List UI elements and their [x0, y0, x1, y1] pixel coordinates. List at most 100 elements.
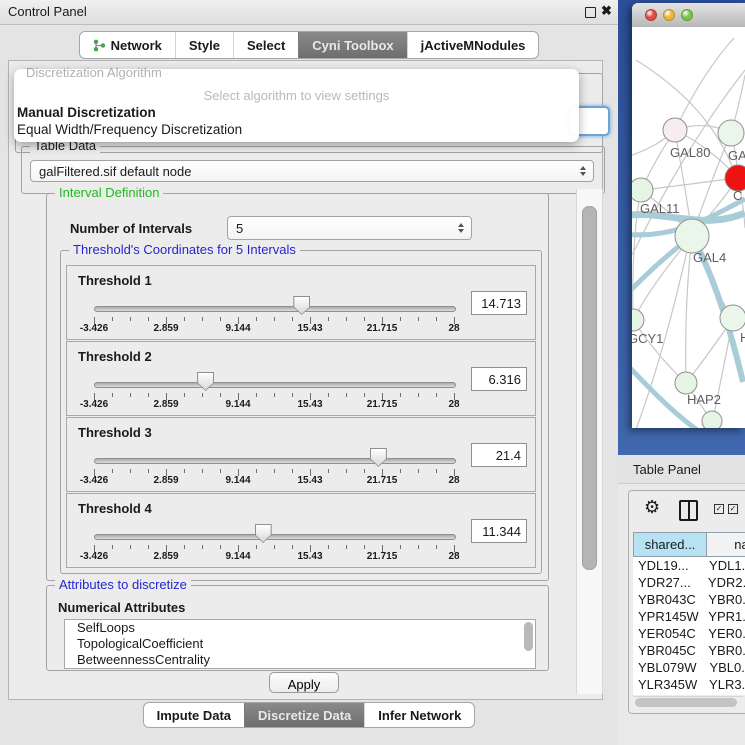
tick-label: -3.426	[80, 475, 108, 486]
node-label-gal80: GAL80	[670, 145, 710, 160]
table-row[interactable]: YBR045CYBR0...	[633, 642, 745, 659]
tick-label: 21.715	[367, 475, 398, 486]
threshold-slider-thumb[interactable]	[370, 448, 387, 467]
node-bottom[interactable]	[702, 411, 722, 428]
table-data-combo-value: galFiltered.sif default node	[39, 164, 191, 179]
table-row[interactable]: YBR043CYBR0...	[633, 591, 745, 608]
node-hap2[interactable]	[675, 372, 697, 394]
attributes-group: Attributes to discretize Numerical Attri…	[46, 585, 549, 671]
threshold-value-field[interactable]: 21.4	[471, 443, 527, 467]
zoom-button[interactable]	[681, 9, 693, 21]
threshold-slider-track[interactable]	[94, 306, 456, 312]
list-scrollbar-thumb[interactable]	[524, 622, 533, 651]
threshold-panel-2: Threshold 2-3.4262.8599.14415.4321.71528…	[66, 341, 536, 416]
tick-mark	[292, 317, 293, 321]
interval-definition-label: Interval Definition	[55, 185, 163, 200]
cell-name: YDR2...	[700, 574, 745, 591]
tab-jactivemnodules[interactable]: jActiveMNodules	[407, 32, 539, 58]
node-label-ga: GA	[728, 148, 745, 163]
tick-mark	[184, 545, 185, 549]
threshold-label: Threshold 1	[78, 273, 152, 288]
threshold-slider-track[interactable]	[94, 458, 456, 464]
column-header-shared[interactable]: shared...	[633, 532, 707, 557]
algorithm-option-equal-width-frequency-discretization[interactable]: Equal Width/Frequency Discretization	[17, 122, 242, 137]
cell-shared-name: YDL19...	[633, 557, 701, 574]
tick-mark	[328, 469, 329, 473]
spinner-icon	[458, 223, 464, 233]
thresholds-group-label: Threshold's Coordinates for 5 Intervals	[69, 242, 300, 257]
table-row[interactable]: YBL079WYBL0...	[633, 659, 745, 676]
table-data-combo[interactable]: galFiltered.sif default node	[30, 160, 594, 182]
table-row[interactable]: YER054CYER0...	[633, 625, 745, 642]
tab-cyni-toolbox[interactable]: Cyni Toolbox	[298, 32, 406, 58]
close-button[interactable]	[645, 9, 657, 21]
tab-infer-network[interactable]: Infer Network	[364, 703, 474, 727]
tab-select[interactable]: Select	[233, 32, 298, 58]
threshold-value-field[interactable]: 11.344	[471, 519, 527, 543]
numerical-attributes-list[interactable]: SelfLoopsTopologicalCoefficientBetweenne…	[64, 619, 536, 669]
table-row[interactable]: YPR145WYPR1...	[633, 608, 745, 625]
node-label-gal11: GAL11	[640, 201, 680, 216]
column-header-na[interactable]: na	[707, 532, 745, 557]
apply-button[interactable]: Apply	[269, 672, 339, 693]
node-right-mid[interactable]	[720, 305, 745, 331]
node-gal4[interactable]	[675, 219, 709, 253]
tick-label: 28	[448, 323, 459, 334]
cell-shared-name: YBR043C	[633, 591, 700, 608]
tick-mark	[130, 545, 131, 549]
attribute-item-selfloops[interactable]: SelfLoops	[65, 620, 535, 636]
algorithm-option-manual-discretization[interactable]: Manual Discretization	[17, 105, 156, 120]
table-row[interactable]: YIL052CYIL0...	[633, 693, 745, 695]
checkbox-icon[interactable]: ✓	[728, 504, 738, 514]
tick-label: 15.43	[297, 399, 322, 410]
node-gcy1[interactable]	[632, 309, 644, 331]
tick-label: 28	[448, 551, 459, 562]
tick-label: 15.43	[297, 323, 322, 334]
network-edge	[641, 178, 737, 190]
tick-mark	[202, 545, 203, 549]
node-gal80-neighbor[interactable]	[663, 118, 687, 142]
threshold-slider-track[interactable]	[94, 382, 456, 388]
tab-style[interactable]: Style	[175, 32, 233, 58]
table-hscrollbar-track[interactable]	[633, 696, 743, 708]
cell-name: YER0...	[700, 625, 745, 642]
tick-mark	[292, 393, 293, 397]
tick-mark	[436, 545, 437, 549]
tab-impute-data[interactable]: Impute Data	[144, 703, 244, 727]
attribute-item-topologicalcoefficient[interactable]: TopologicalCoefficient	[65, 636, 535, 652]
threshold-value-field[interactable]: 14.713	[471, 291, 527, 315]
table-row[interactable]: YDR27...YDR2...	[633, 574, 745, 591]
close-icon[interactable]: ✖	[601, 3, 612, 19]
threshold-slider-thumb[interactable]	[293, 296, 310, 315]
table-hscrollbar-thumb[interactable]	[635, 698, 737, 707]
network-view-window[interactable]: GAL80GACGAL11GAL4GCY1HHAP2	[632, 3, 745, 428]
tick-label: 15.43	[297, 475, 322, 486]
node-top-right[interactable]	[718, 120, 744, 146]
checkbox-icon[interactable]: ✓	[714, 504, 724, 514]
cell-name: YDL1...	[701, 557, 745, 574]
tick-mark	[274, 317, 275, 321]
tick-mark	[436, 469, 437, 473]
gear-icon[interactable]: ⚙	[644, 497, 660, 518]
attribute-item-betweennesscentrality[interactable]: BetweennessCentrality	[65, 652, 535, 668]
cyni-toolbox-content: Discretization Algorithm Select algorith…	[8, 60, 603, 700]
threshold-slider-thumb[interactable]	[197, 372, 214, 391]
number-of-intervals-combo[interactable]: 5	[227, 216, 472, 240]
network-canvas[interactable]: GAL80GACGAL11GAL4GCY1HHAP2	[632, 27, 745, 428]
float-icon[interactable]	[585, 7, 596, 18]
tab-discretize-data[interactable]: Discretize Data	[244, 703, 364, 727]
minimize-button[interactable]	[663, 9, 675, 21]
cell-shared-name: YBL079W	[633, 659, 701, 676]
tick-mark	[220, 393, 221, 397]
table-row[interactable]: YDL19...YDL1...	[633, 557, 745, 574]
columns-icon[interactable]	[679, 500, 698, 521]
threshold-panel-3: Threshold 3-3.4262.8599.14415.4321.71528…	[66, 417, 536, 492]
content-scrollbar-thumb[interactable]	[582, 206, 597, 570]
node-gal11[interactable]	[632, 178, 653, 202]
table-row[interactable]: YLR345WYLR3...	[633, 676, 745, 693]
tick-mark	[256, 317, 257, 321]
threshold-value-field[interactable]: 6.316	[471, 367, 527, 391]
threshold-slider-thumb[interactable]	[255, 524, 272, 543]
threshold-slider-track[interactable]	[94, 534, 456, 540]
tab-network[interactable]: Network	[80, 32, 175, 58]
